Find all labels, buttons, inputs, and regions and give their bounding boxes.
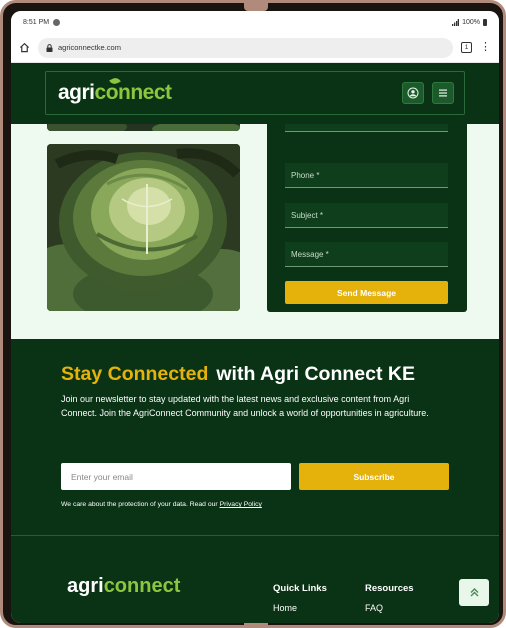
device-frame: 8:51 PM 100% agriconnectke.com 1 ⋮ agric…	[0, 0, 506, 628]
cabbage-image	[47, 144, 240, 311]
footer-logo[interactable]: agriconnect	[67, 575, 180, 598]
newsletter-title-rest: with Agri Connect KE	[216, 363, 415, 385]
site-logo[interactable]: agriconnect	[58, 76, 173, 105]
subject-field[interactable]: Subject *	[285, 203, 448, 228]
status-time: 8:51 PM	[23, 18, 50, 26]
footer-logo-accent: connect	[103, 575, 181, 597]
signal-icon	[452, 18, 460, 26]
newsletter-title: Stay Connected with Agri Connect KE	[61, 363, 415, 386]
subscribe-button[interactable]: Subscribe	[299, 463, 449, 490]
newsletter-title-highlight: Stay Connected	[61, 363, 209, 385]
battery-icon	[483, 18, 487, 26]
contact-form: Email * Phone * Subject * Message * Send…	[267, 107, 467, 312]
user-circle-icon	[407, 87, 419, 99]
phone-field[interactable]: Phone *	[285, 163, 448, 188]
newsletter-description: Join our newsletter to stay updated with…	[61, 394, 429, 418]
more-menu-icon[interactable]: ⋮	[480, 42, 491, 53]
address-bar[interactable]: agriconnectke.com	[38, 37, 453, 58]
footer-divider	[11, 535, 499, 536]
footer-logo-prefix: agri	[67, 575, 104, 597]
url-text: agriconnectke.com	[58, 43, 121, 52]
site-navbar: agriconnect	[45, 71, 465, 115]
privacy-text: We care about the protection of your dat…	[61, 501, 220, 508]
send-message-button[interactable]: Send Message	[285, 281, 448, 304]
lock-icon	[46, 43, 53, 52]
menu-button[interactable]	[432, 82, 454, 104]
logo-accent: connect	[94, 81, 173, 104]
hinge-top	[244, 3, 268, 11]
status-bar: 8:51 PM 100%	[11, 11, 499, 33]
battery-percent: 100%	[462, 18, 480, 26]
browser-toolbar: agriconnectke.com 1 ⋮	[11, 33, 499, 63]
chevron-up-icon	[470, 588, 478, 597]
resources-title: Resources	[365, 583, 414, 594]
scroll-to-top-button[interactable]	[459, 579, 489, 606]
home-icon[interactable]	[19, 42, 30, 53]
newsletter-section: Stay Connected with Agri Connect KE Join …	[11, 339, 499, 623]
footer-link-home[interactable]: Home	[273, 603, 297, 613]
footer-link-faq[interactable]: FAQ	[365, 603, 383, 613]
message-field[interactable]: Message *	[285, 242, 448, 267]
tab-switcher-button[interactable]: 1	[461, 42, 472, 53]
quick-links-title: Quick Links	[273, 583, 327, 594]
menu-icon	[439, 89, 447, 97]
privacy-policy-link[interactable]: Privacy Policy	[220, 501, 262, 508]
notification-icon	[53, 18, 61, 26]
contact-section: agriconnect Phone * Subject * Message * …	[11, 63, 499, 339]
newsletter-email-input[interactable]	[61, 463, 291, 490]
screen: 8:51 PM 100% agriconnectke.com 1 ⋮ agric…	[11, 11, 499, 623]
web-page: agriconnect Phone * Subject * Message * …	[11, 63, 499, 623]
account-button[interactable]	[402, 82, 424, 104]
privacy-note: We care about the protection of your dat…	[61, 501, 262, 508]
logo-prefix: agri	[58, 81, 95, 104]
